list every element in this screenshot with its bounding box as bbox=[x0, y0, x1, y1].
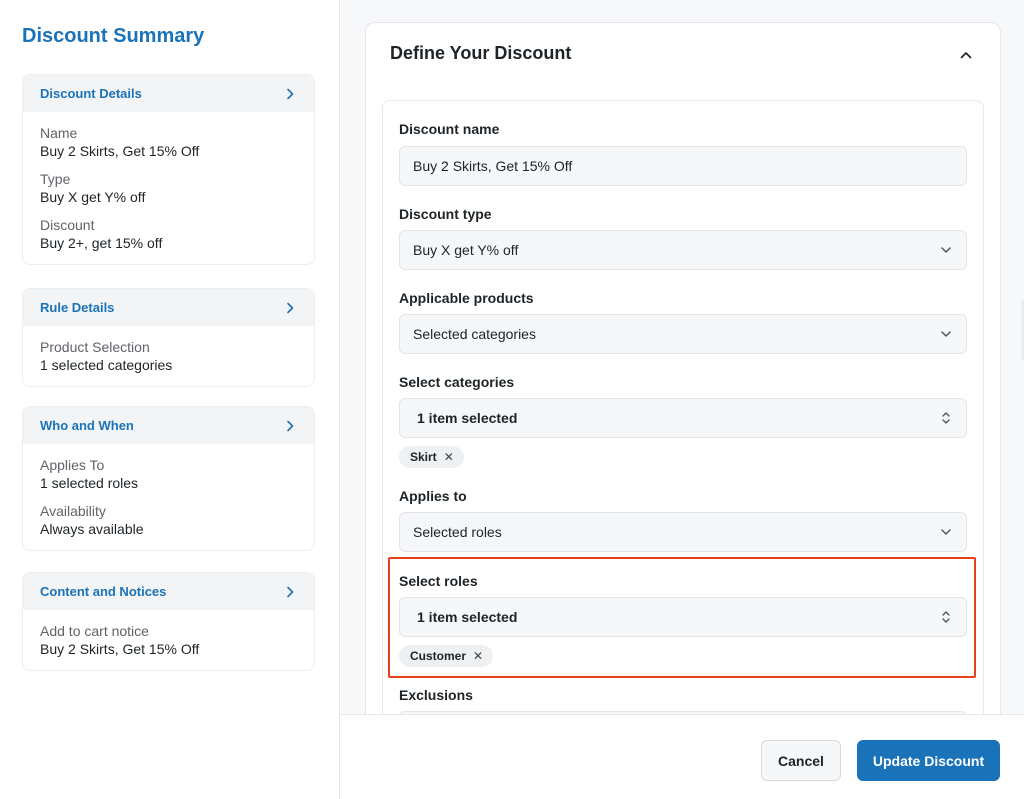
summary-card-discount-details: Discount Details Name Buy 2 Skirts, Get … bbox=[22, 74, 315, 265]
chevron-down-icon bbox=[938, 524, 954, 540]
select-roles-multiselect[interactable]: 1 item selected bbox=[399, 597, 967, 637]
summary-field-label: Type bbox=[40, 171, 71, 187]
summary-card-title: Content and Notices bbox=[40, 584, 167, 599]
chevron-right-icon bbox=[284, 586, 296, 598]
summary-field-label: Availability bbox=[40, 503, 106, 519]
summary-field-value: Buy 2 Skirts, Get 15% Off bbox=[40, 641, 200, 657]
role-chip-customer: Customer ✕ bbox=[399, 645, 494, 667]
applicable-products-select[interactable]: Selected categories bbox=[399, 314, 967, 354]
summary-field-label: Discount bbox=[40, 217, 95, 233]
summary-card-title: Discount Details bbox=[40, 86, 142, 101]
summary-field-label: Applies To bbox=[40, 457, 105, 473]
discount-summary-sidebar: Discount Summary Discount Details Name B… bbox=[0, 0, 340, 799]
summary-card-header-rule-details[interactable]: Rule Details bbox=[23, 289, 314, 326]
chevron-down-icon bbox=[938, 326, 954, 342]
exclusions-label: Exclusions bbox=[399, 687, 473, 703]
summary-card-title: Rule Details bbox=[40, 300, 115, 315]
chip-label: Customer bbox=[410, 649, 467, 663]
chevron-down-icon bbox=[938, 242, 954, 258]
discount-type-value: Buy X get Y% off bbox=[413, 242, 519, 258]
applies-to-select[interactable]: Selected roles bbox=[399, 512, 967, 552]
discount-form: Discount name Buy 2 Skirts, Get 15% Off … bbox=[382, 100, 984, 714]
summary-field-value: Buy 2+, get 15% off bbox=[40, 235, 163, 251]
panel-title: Define Your Discount bbox=[390, 43, 572, 63]
summary-card-header-who-and-when[interactable]: Who and When bbox=[23, 407, 314, 444]
chevron-right-icon bbox=[284, 302, 296, 314]
chevron-right-icon bbox=[284, 420, 296, 432]
summary-field-label: Product Selection bbox=[40, 339, 150, 355]
select-categories-label: Select categories bbox=[399, 374, 515, 390]
summary-field-label: Add to cart notice bbox=[40, 623, 149, 639]
update-discount-button[interactable]: Update Discount bbox=[857, 740, 1000, 781]
edge-shadow bbox=[1020, 300, 1024, 360]
select-categories-value: 1 item selected bbox=[417, 410, 518, 426]
chip-label: Skirt bbox=[410, 450, 437, 464]
sidebar-title: Discount Summary bbox=[22, 25, 205, 47]
select-categories-multiselect[interactable]: 1 item selected bbox=[399, 398, 967, 438]
main-content: Define Your Discount Discount name Buy 2… bbox=[341, 0, 1024, 714]
summary-field-value: Buy 2 Skirts, Get 15% Off bbox=[40, 143, 200, 159]
summary-card-header-discount-details[interactable]: Discount Details bbox=[23, 75, 314, 112]
define-discount-panel: Define Your Discount Discount name Buy 2… bbox=[365, 22, 1001, 714]
chevron-right-icon bbox=[284, 88, 296, 100]
chevron-updown-icon bbox=[938, 609, 954, 625]
summary-field-value: 1 selected categories bbox=[40, 357, 173, 373]
discount-name-label: Discount name bbox=[399, 121, 500, 137]
discount-name-input[interactable]: Buy 2 Skirts, Get 15% Off bbox=[399, 146, 967, 186]
discount-name-value: Buy 2 Skirts, Get 15% Off bbox=[413, 158, 573, 174]
summary-card-title: Who and When bbox=[40, 418, 134, 433]
applies-to-label: Applies to bbox=[399, 488, 467, 504]
chevron-updown-icon bbox=[938, 410, 954, 426]
remove-chip-icon[interactable]: ✕ bbox=[444, 450, 454, 464]
chevron-up-icon[interactable] bbox=[956, 45, 976, 65]
summary-card-body: Name Buy 2 Skirts, Get 15% Off Type Buy … bbox=[23, 112, 314, 264]
summary-card-body: Applies To 1 selected roles Availability… bbox=[23, 444, 314, 550]
summary-card-header-content-and-notices[interactable]: Content and Notices bbox=[23, 573, 314, 610]
summary-field-label: Name bbox=[40, 125, 78, 141]
footer-actions: Cancel Update Discount bbox=[341, 714, 1024, 799]
applicable-products-label: Applicable products bbox=[399, 290, 534, 306]
summary-field-value: Buy X get Y% off bbox=[40, 189, 146, 205]
summary-card-rule-details: Rule Details Product Selection 1 selecte… bbox=[22, 288, 315, 387]
applicable-products-value: Selected categories bbox=[413, 326, 536, 342]
summary-field-value: 1 selected roles bbox=[40, 475, 139, 491]
applies-to-value: Selected roles bbox=[413, 524, 502, 540]
select-roles-value: 1 item selected bbox=[417, 609, 518, 625]
select-roles-label: Select roles bbox=[399, 573, 478, 589]
summary-card-body: Add to cart notice Buy 2 Skirts, Get 15%… bbox=[23, 610, 314, 670]
remove-chip-icon[interactable]: ✕ bbox=[473, 649, 483, 663]
summary-card-body: Product Selection 1 selected categories bbox=[23, 326, 314, 386]
summary-card-content-and-notices: Content and Notices Add to cart notice B… bbox=[22, 572, 315, 671]
cancel-button[interactable]: Cancel bbox=[761, 740, 841, 781]
discount-type-label: Discount type bbox=[399, 206, 492, 222]
discount-type-select[interactable]: Buy X get Y% off bbox=[399, 230, 967, 270]
summary-field-value: Always available bbox=[40, 521, 144, 537]
summary-card-who-and-when: Who and When Applies To 1 selected roles… bbox=[22, 406, 315, 551]
category-chip-skirt: Skirt ✕ bbox=[399, 446, 464, 468]
